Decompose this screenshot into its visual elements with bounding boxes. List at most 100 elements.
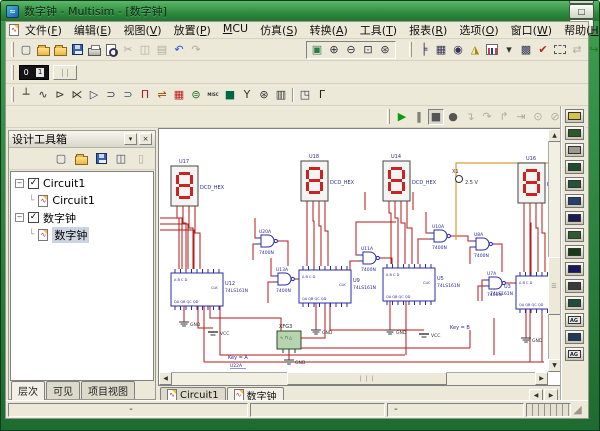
component-U20A[interactable]: U20A7400N xyxy=(256,229,279,256)
toolbar-gripper[interactable] xyxy=(409,42,412,57)
component-U18[interactable]: U18DCD_HEX xyxy=(301,154,355,207)
four-channel-oscilloscope-button[interactable] xyxy=(565,177,584,191)
diode-button[interactable]: ⊳ xyxy=(52,87,68,103)
spreadsheet-view-button[interactable]: ▦ xyxy=(433,42,449,58)
title-bar[interactable]: ≈ 数字钟 - Multisim - [数字钟] —□✕ xyxy=(1,1,599,21)
advanced-peripherals-button[interactable]: ■ xyxy=(222,87,238,103)
design-toolbox-header[interactable]: 设计工具箱 ▾× xyxy=(9,131,155,148)
grapher-dropdown-button[interactable]: ▾ xyxy=(501,42,517,58)
zoom-out-button[interactable]: ⊖ xyxy=(343,42,359,58)
minimize-button[interactable]: — xyxy=(569,0,594,4)
back-annotate-button[interactable]: ⇄ xyxy=(569,42,585,58)
menu-T[interactable]: 工具(T) xyxy=(354,21,403,39)
iv-analyzer-button[interactable] xyxy=(565,279,584,293)
open-samples-button[interactable] xyxy=(52,42,68,58)
circuit-drawing[interactable]: U17DCD_HEXU18DCD_HEXU14DCD_HEXU16DCD_HEX… xyxy=(160,130,550,372)
set-breakpoint-button[interactable]: ⊙ xyxy=(530,109,546,125)
pause-button[interactable]: ‖ xyxy=(411,109,427,125)
menu-P[interactable]: 放置(P) xyxy=(168,21,217,39)
misc-digital-button[interactable]: П xyxy=(137,87,153,103)
tree-checkbox[interactable]: ✓ xyxy=(28,178,39,189)
horizontal-scrollbar[interactable]: ◀ ❘❘❘ ▶ xyxy=(159,372,548,385)
erc-check-button[interactable]: ✔ xyxy=(535,42,551,58)
grapher-button[interactable] xyxy=(484,42,500,58)
power-button[interactable]: ⊜ xyxy=(188,87,204,103)
bus-button[interactable]: Γ xyxy=(314,87,330,103)
paste-button[interactable]: ▤ xyxy=(154,42,170,58)
tree-node-数字钟[interactable]: −✓数字钟 xyxy=(11,209,153,226)
ttl-button[interactable]: ⊃ xyxy=(103,87,119,103)
transistor-button[interactable]: ⋉ xyxy=(69,87,85,103)
wattmeter-button[interactable] xyxy=(565,143,584,157)
toolbox-tab-层次[interactable]: 层次 xyxy=(11,381,45,400)
toolbar-gripper[interactable] xyxy=(11,87,14,102)
frequency-counter-button[interactable] xyxy=(565,211,584,225)
run-stop-switch-button[interactable]: 01 xyxy=(18,64,50,80)
run-to-cursor-button[interactable]: ⇥ xyxy=(513,109,529,125)
panel-minimize-button[interactable]: ▾ xyxy=(124,133,137,145)
switch-Key = B[interactable]: Key = B xyxy=(450,325,470,331)
toggle-breakpoint-button[interactable]: ● xyxy=(445,109,461,125)
menu-V[interactable]: 视图(V) xyxy=(117,21,167,39)
design-tree[interactable]: −✓Circuit1└∿Circuit1−✓数字钟└∿数字钟 xyxy=(10,171,154,381)
menu-S[interactable]: 仿真(S) xyxy=(254,21,304,39)
step-into-button[interactable]: ↴ xyxy=(462,109,478,125)
forward-annotate-button[interactable]: ↪ xyxy=(586,42,600,58)
toggle-fullscreen-button[interactable]: ▣ xyxy=(309,42,325,58)
component-U13A[interactable]: U13A7400N xyxy=(273,267,296,294)
step-over-button[interactable]: ↷ xyxy=(479,109,495,125)
zoom-in-button[interactable]: ⊕ xyxy=(326,42,342,58)
new-file-button[interactable]: ▢ xyxy=(18,42,34,58)
capture-screen-area-button[interactable] xyxy=(552,42,568,58)
zoom-area-button[interactable]: ⊡ xyxy=(360,42,376,58)
menu-A[interactable]: 转换(A) xyxy=(304,21,354,39)
menu-W[interactable]: 窗口(W) xyxy=(505,21,558,39)
resize-grip[interactable]: ◢ xyxy=(573,403,586,417)
tree-checkbox[interactable]: ✓ xyxy=(28,212,39,223)
scroll-left-button[interactable]: ◀ xyxy=(159,372,172,385)
component-U5[interactable]: A B C DQA QB QC QDCLKU574LS161N xyxy=(383,264,460,305)
copy-button[interactable]: ◫ xyxy=(137,42,153,58)
toolbox-tab-项目视图[interactable]: 项目视图 xyxy=(81,381,135,399)
open-design-button[interactable] xyxy=(73,151,89,167)
multimeter-button[interactable] xyxy=(565,109,584,123)
agilent-oscilloscope-button[interactable]: AG xyxy=(565,347,584,361)
print-button[interactable] xyxy=(86,42,102,58)
component-U17[interactable]: U17DCD_HEX xyxy=(171,159,225,212)
step-out-button[interactable]: ↱ xyxy=(496,109,512,125)
stop-button[interactable]: ■ xyxy=(428,109,444,125)
component-U12[interactable]: A B C DQA QB QC QDCLKU1274LS161N xyxy=(171,269,248,310)
tree-expander-icon[interactable]: − xyxy=(15,179,24,188)
menu-E[interactable]: 编辑(E) xyxy=(68,21,118,39)
tree-expander-icon[interactable]: − xyxy=(15,213,24,222)
toolbar-gripper[interactable] xyxy=(387,109,390,124)
create-component-button[interactable]: ◮ xyxy=(467,42,483,58)
word-generator-button[interactable] xyxy=(565,228,584,242)
component-U8A[interactable]: U8A7400N xyxy=(471,232,494,259)
print-preview-button[interactable] xyxy=(103,42,119,58)
component-XFG3[interactable]: ∿ ⊓ △XFG3 xyxy=(277,324,301,353)
component-U11A[interactable]: U11A7400N xyxy=(358,246,381,273)
cmos-button[interactable]: ⊃ xyxy=(120,87,136,103)
panel-close-button[interactable]: × xyxy=(139,133,152,145)
analog-button[interactable]: ▷ xyxy=(86,87,102,103)
component-U14[interactable]: U14DCD_HEX xyxy=(383,154,437,207)
distortion-analyzer-button[interactable] xyxy=(565,296,584,310)
cut-button[interactable]: ✂ xyxy=(120,42,136,58)
indicator-button[interactable]: ▦ xyxy=(171,87,187,103)
menu-O[interactable]: 选项(O) xyxy=(453,21,504,39)
menu-H[interactable]: 帮助(H) xyxy=(558,21,600,39)
save-design-button[interactable] xyxy=(93,151,109,167)
tree-page-Circuit1[interactable]: └∿Circuit1 xyxy=(11,192,153,209)
delete-button[interactable]: ▯ xyxy=(133,151,149,167)
hierarchical-block-button[interactable]: ◳ xyxy=(297,87,313,103)
horizontal-scroll-thumb[interactable]: ❘❘❘ xyxy=(287,372,447,385)
run-button[interactable]: ▶ xyxy=(394,109,410,125)
logic-converter-button[interactable] xyxy=(565,262,584,276)
postprocessor-button[interactable]: ▩ xyxy=(518,42,534,58)
schematic-canvas[interactable]: U17DCD_HEXU18DCD_HEXU14DCD_HEXU16DCD_HEX… xyxy=(158,128,562,386)
basic-button[interactable]: ∿ xyxy=(35,87,51,103)
menu-F[interactable]: 文件(F) xyxy=(19,21,68,39)
logic-analyzer-button[interactable] xyxy=(565,245,584,259)
redo-button[interactable]: ↷ xyxy=(188,42,204,58)
